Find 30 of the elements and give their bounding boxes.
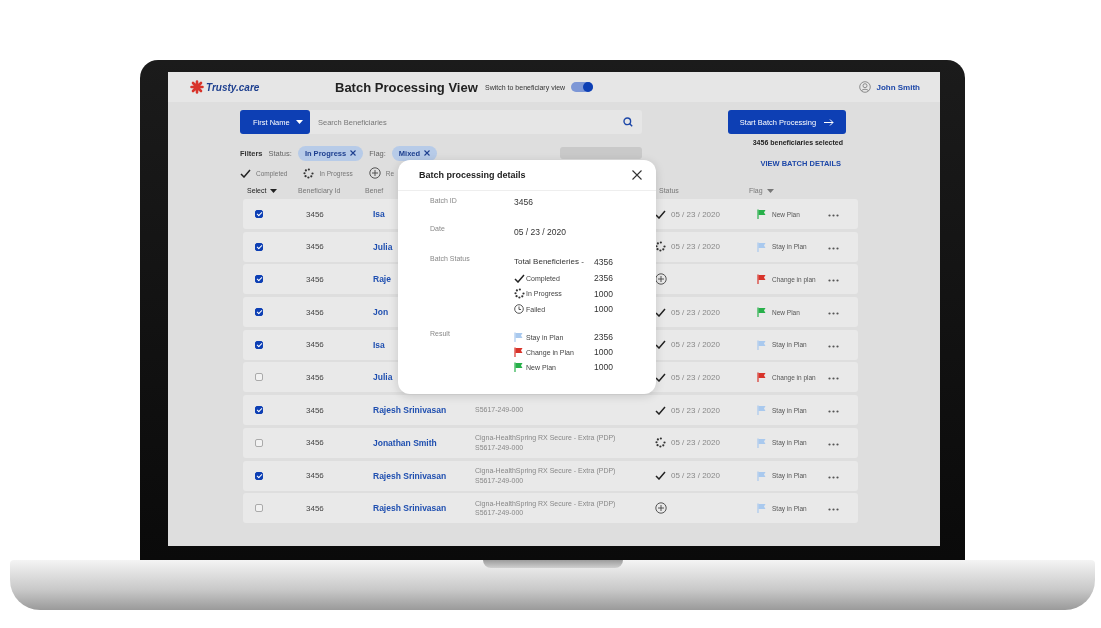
status-date: 05 / 23 / 2020	[671, 242, 720, 252]
table-cell-text: 3456	[306, 307, 325, 317]
table-cell-text: 3456	[306, 242, 325, 252]
result-count: 1000	[594, 304, 614, 314]
dialog-title: Batch processing details	[419, 170, 526, 180]
status-date: 05 / 23 / 2020	[671, 405, 720, 415]
field-value: 3456	[514, 197, 534, 207]
result-count: 2356	[594, 332, 614, 342]
status-date: 05 / 23 / 2020	[671, 471, 720, 480]
table-cell-text: 3456	[306, 274, 325, 284]
field-value: 05 / 23 / 2020	[514, 227, 567, 237]
page-title: Batch Processing View	[335, 79, 479, 95]
status-date: 05 / 23 / 2020	[671, 438, 720, 448]
brand-name: Trusty.care	[206, 81, 260, 93]
table-cell-text: 3456	[306, 471, 325, 480]
table-cell-text: 3456	[306, 405, 325, 415]
table-cell-text: 3456	[306, 438, 325, 448]
result-count: 1000	[594, 362, 614, 372]
status-date: 05 / 23 / 2020	[671, 209, 720, 219]
result-count: 2356	[594, 273, 614, 283]
table-cell-text: 3456	[306, 372, 325, 382]
total-count: 4356	[594, 257, 614, 267]
total-label: Total Beneficieries -	[514, 257, 585, 267]
table-cell-text: 3456	[306, 209, 325, 219]
status-date: 05 / 23 / 2020	[671, 372, 720, 382]
table-cell-text: 3456	[306, 340, 325, 350]
status-date: 05 / 23 / 2020	[671, 307, 720, 317]
result-count: 1000	[594, 347, 614, 357]
table-cell-text: 3456	[306, 503, 325, 513]
status-date: 05 / 23 / 2020	[671, 340, 720, 350]
